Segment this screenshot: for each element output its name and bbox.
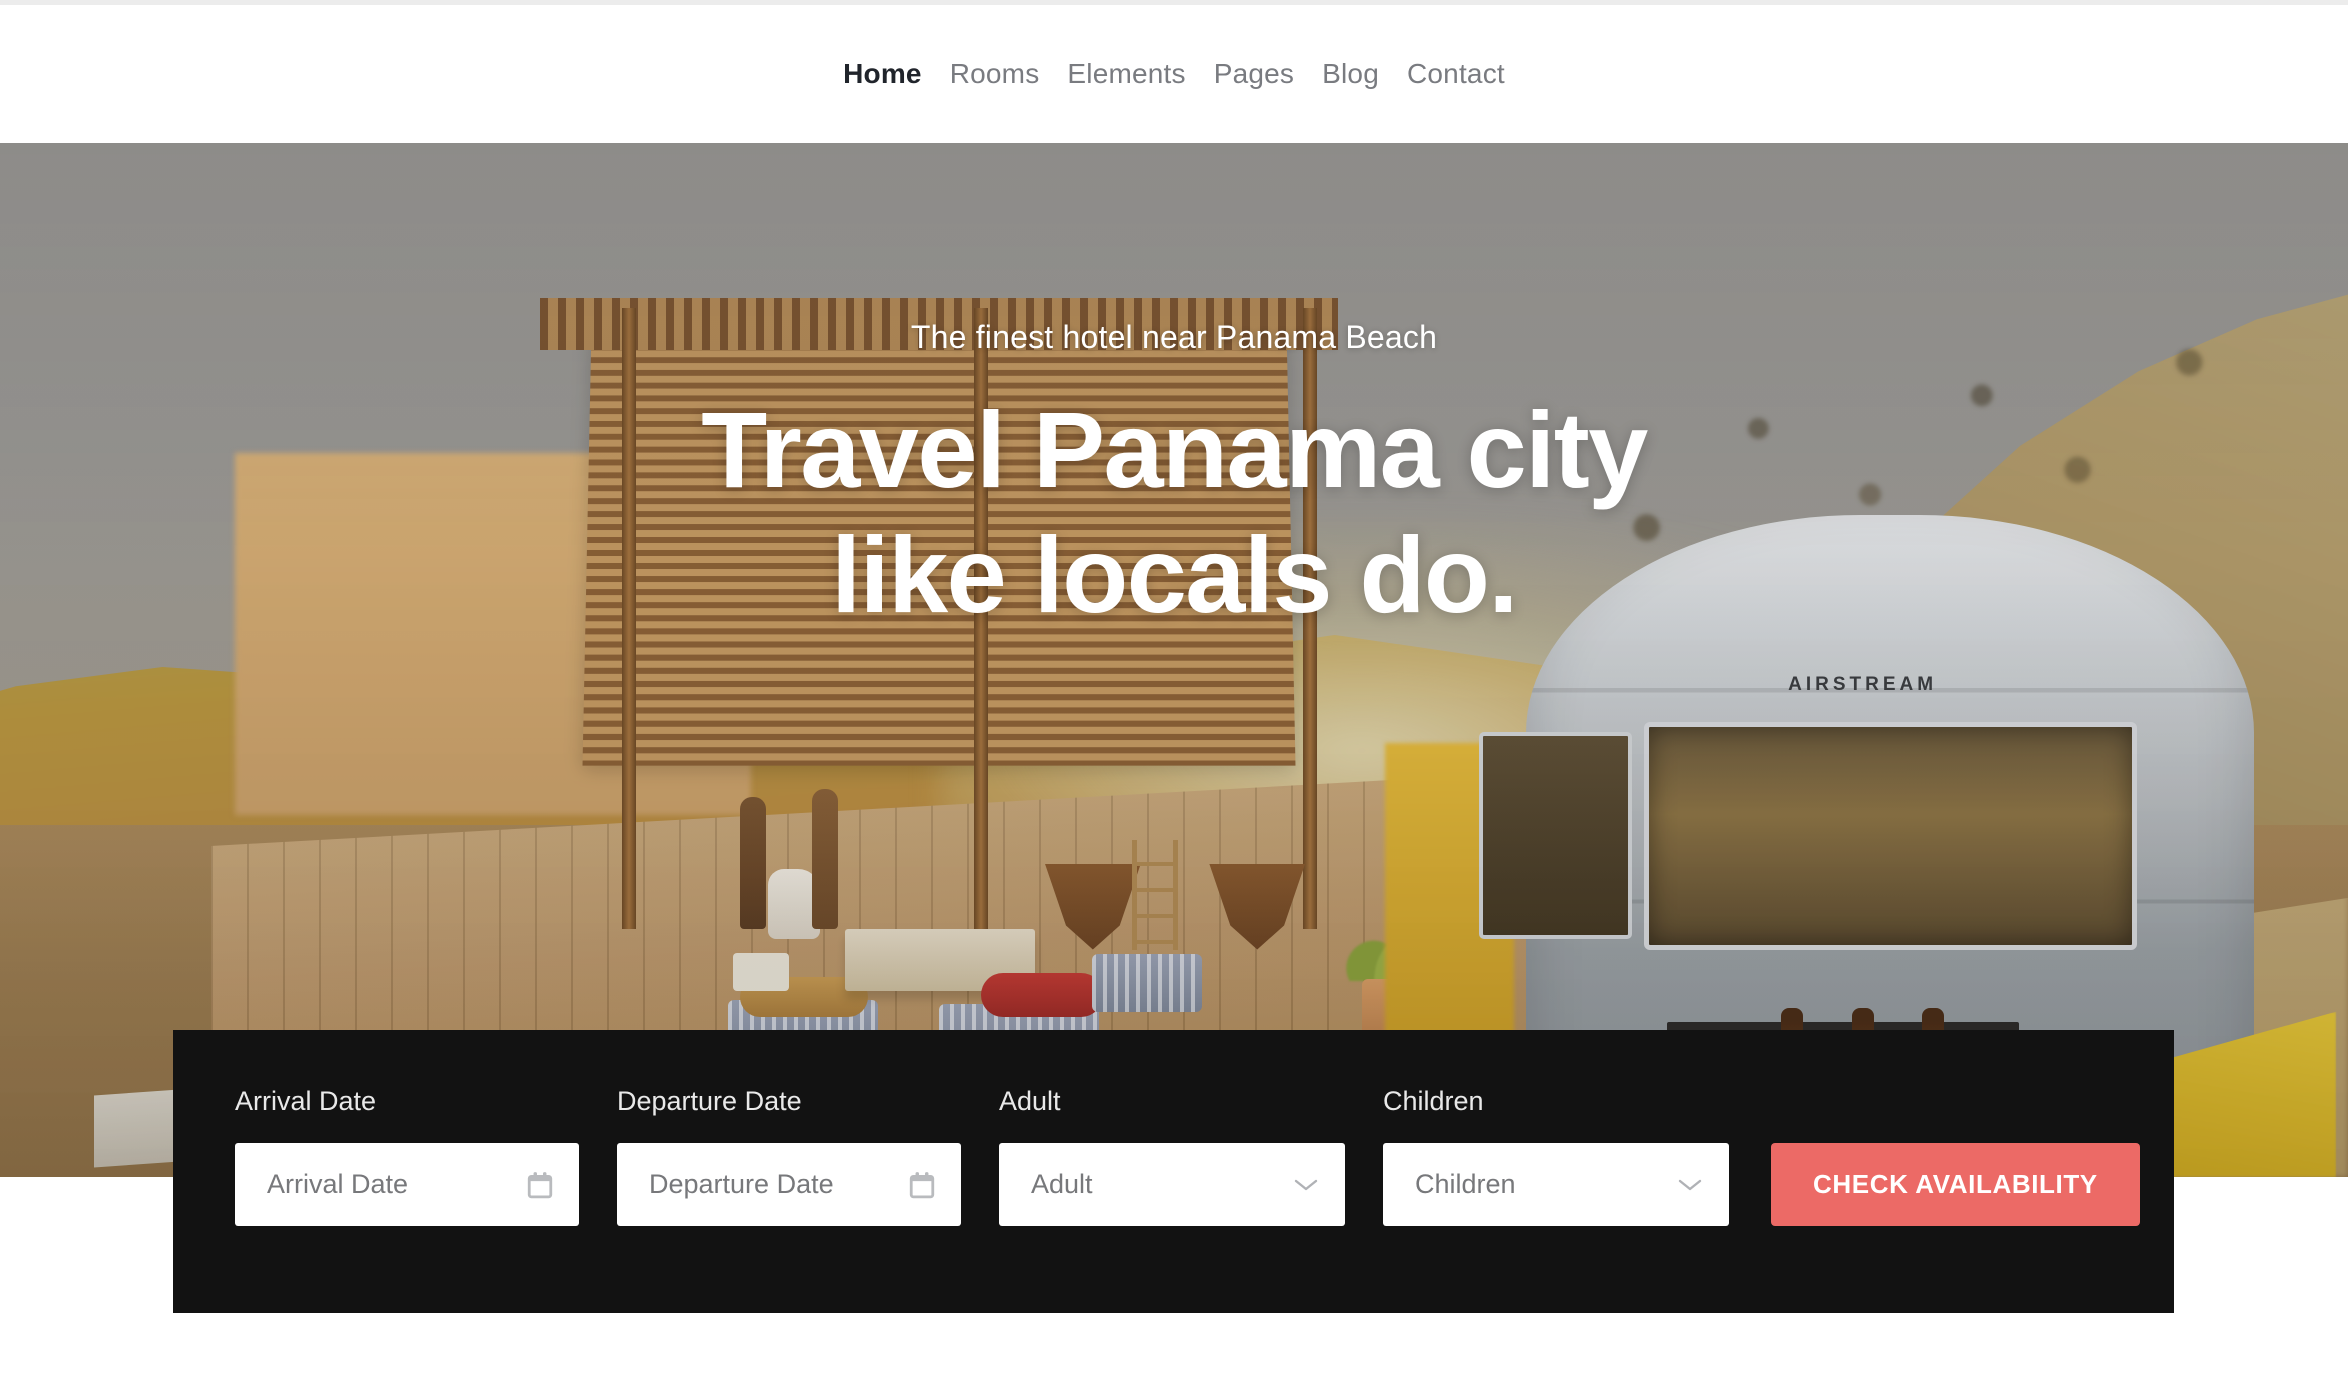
chevron-down-icon[interactable] (1293, 1177, 1319, 1193)
site-header: Home Rooms Elements Pages Blog Contact (0, 5, 2348, 143)
field-departure-date: Departure Date Departure Date (617, 1088, 961, 1226)
nav-item-elements[interactable]: Elements (1053, 60, 1199, 88)
adult-selected-value: Adult (1031, 1169, 1093, 1199)
main-navigation: Home Rooms Elements Pages Blog Contact (829, 60, 1519, 88)
adult-select[interactable]: Adult (999, 1143, 1345, 1226)
hero-background-image: AIRSTREAM (0, 143, 2348, 1177)
departure-date-placeholder: Departure Date (649, 1169, 834, 1199)
booking-fields: Arrival Date Arrival Date Departure Date (235, 1088, 2140, 1226)
arrival-date-placeholder: Arrival Date (267, 1169, 409, 1199)
nav-item-home[interactable]: Home (829, 60, 936, 88)
field-arrival-date: Arrival Date Arrival Date (235, 1088, 579, 1226)
check-availability-button[interactable]: CHECK AVAILABILITY (1771, 1143, 2140, 1226)
hero-section: AIRSTREAM The finest hotel near Panama B… (0, 143, 2348, 1177)
departure-date-input[interactable]: Departure Date (617, 1143, 961, 1226)
nav-item-rooms[interactable]: Rooms (936, 60, 1054, 88)
hero-overlay (0, 143, 2348, 1177)
children-label: Children (1383, 1086, 1484, 1116)
booking-form: Arrival Date Arrival Date Departure Date (173, 1030, 2174, 1313)
children-selected-value: Children (1415, 1169, 1516, 1199)
field-children: Children Children (1383, 1088, 1729, 1226)
field-adult: Adult Adult (999, 1088, 1345, 1226)
departure-date-label: Departure Date (617, 1086, 802, 1116)
page-root: Home Rooms Elements Pages Blog Contact T… (0, 0, 2348, 1394)
arrival-date-label: Arrival Date (235, 1086, 377, 1116)
nav-item-contact[interactable]: Contact (1393, 60, 1519, 88)
arrival-date-input[interactable]: Arrival Date (235, 1143, 579, 1226)
calendar-icon[interactable] (527, 1171, 553, 1199)
nav-item-blog[interactable]: Blog (1308, 60, 1393, 88)
calendar-icon[interactable] (909, 1171, 935, 1199)
children-select[interactable]: Children (1383, 1143, 1729, 1226)
nav-item-pages[interactable]: Pages (1200, 60, 1308, 88)
chevron-down-icon[interactable] (1677, 1177, 1703, 1193)
adult-label: Adult (999, 1086, 1061, 1116)
